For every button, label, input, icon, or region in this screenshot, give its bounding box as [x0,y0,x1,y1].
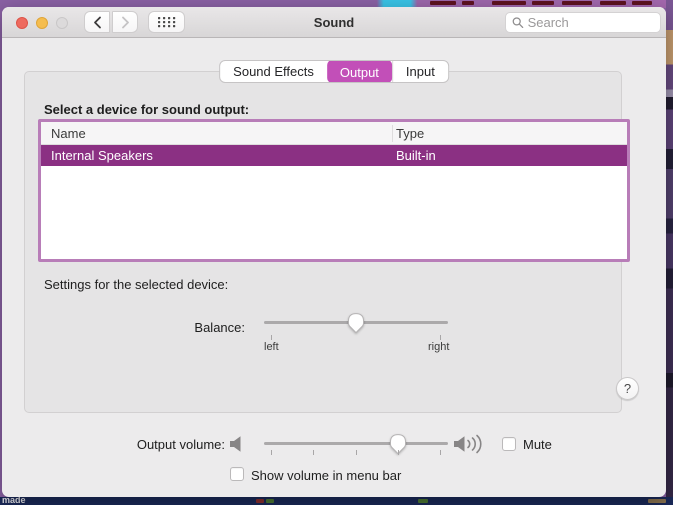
volume-tick [313,450,314,455]
device-table[interactable]: Name Type Internal Speakers Built-in [38,119,630,262]
desktop-artifact [256,499,264,503]
desktop-artifact [430,1,456,5]
balance-min-label: left [264,341,279,353]
tab-bar: Sound Effects Output Input [219,60,449,83]
volume-slider-track[interactable] [264,442,448,445]
select-device-label: Select a device for sound output: [44,102,250,117]
settings-label: Settings for the selected device: [44,277,229,292]
help-button[interactable]: ? [616,377,639,400]
volume-tick [398,450,399,455]
speaker-quiet-icon [230,436,241,452]
titlebar[interactable]: Sound [2,7,666,38]
mute-checkbox[interactable] [502,437,516,451]
search-input[interactable] [527,15,654,30]
search-icon [512,17,524,29]
desktop-artifact [562,1,592,5]
volume-tick [271,450,272,455]
show-volume-label: Show volume in menu bar [251,468,402,483]
desktop-artifact [648,499,666,503]
table-header: Name Type [41,122,627,145]
column-divider [392,125,393,142]
desktop-artifact [266,499,274,503]
device-name-cell: Internal Speakers [51,148,153,163]
volume-tick [356,450,357,455]
output-volume-label: Output volume: [136,437,225,452]
show-volume-checkbox[interactable] [230,467,244,481]
desktop-artifact [600,1,626,5]
volume-slider-thumb[interactable] [389,433,408,460]
device-type-cell: Built-in [396,148,436,163]
balance-max-label: right [428,341,450,353]
desktop-artifact [532,1,554,5]
tab-sound-effects[interactable]: Sound Effects [220,61,327,82]
balance-slider-thumb[interactable] [347,312,366,339]
balance-tick-left [271,335,272,340]
tab-output[interactable]: Output [326,61,392,82]
desktop-artifact [492,1,526,5]
table-row-internal-speakers[interactable]: Internal Speakers Built-in [41,145,627,166]
desktop-right-strip [666,0,673,497]
sound-preferences-window: Sound Sound Effects Output Input Select … [2,7,666,497]
desktop-bottom-strip: made [0,495,673,505]
column-header-type[interactable]: Type [396,126,424,141]
desktop-artifact [418,499,428,503]
desktop-cutoff-text: made [2,495,26,505]
mute-label: Mute [523,437,552,452]
balance-label: Balance: [194,320,245,335]
desktop-artifact [632,1,652,5]
volume-tick [440,450,441,455]
tab-input[interactable]: Input [391,61,448,82]
column-header-name[interactable]: Name [51,126,86,141]
desktop-artifact [462,1,474,5]
balance-slider[interactable] [264,312,448,334]
speaker-loud-icon [454,434,482,454]
balance-tick-right [440,335,441,340]
search-field[interactable] [505,12,661,33]
slider-thumb-icon [348,313,364,334]
